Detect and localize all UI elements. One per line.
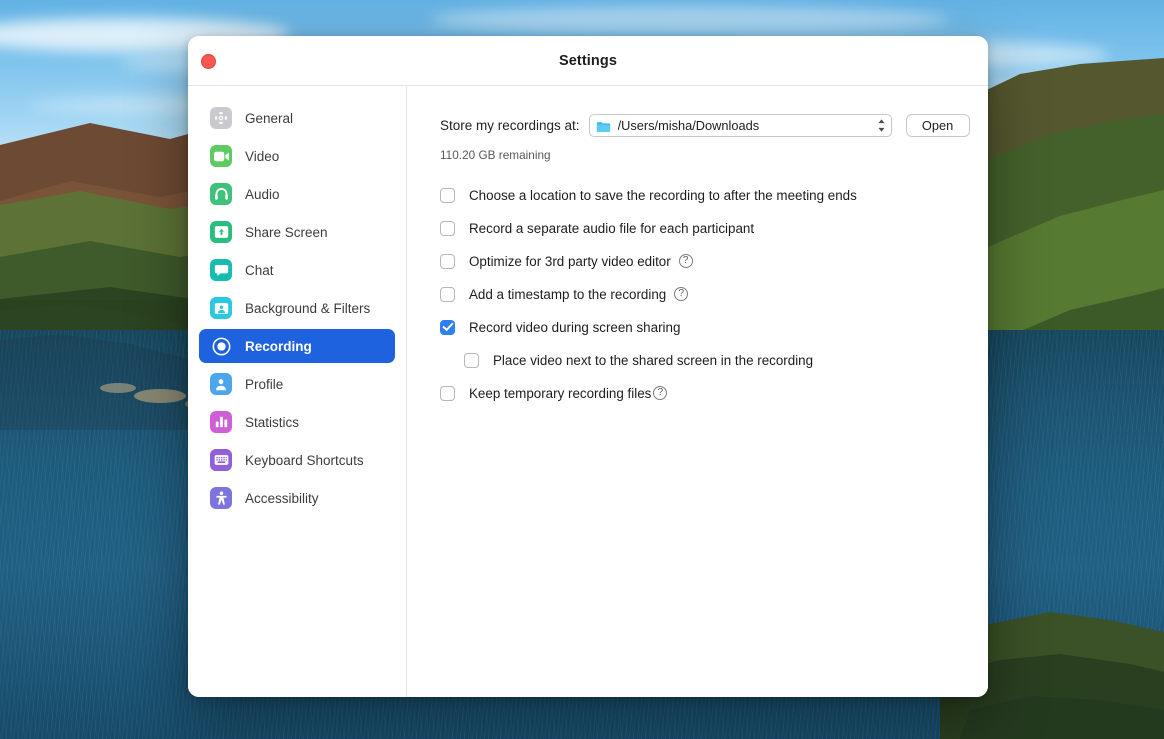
sidebar-item-label: Audio bbox=[245, 186, 280, 202]
accessibility-icon bbox=[210, 487, 232, 509]
sidebar-item-profile[interactable]: Profile bbox=[199, 367, 395, 401]
checkbox-add-timestamp[interactable] bbox=[440, 286, 455, 302]
folder-icon bbox=[596, 120, 611, 132]
help-icon[interactable]: ? bbox=[678, 254, 693, 268]
sidebar-item-label: Video bbox=[245, 148, 280, 164]
desktop-background: Settings General Video Audio Share Scree… bbox=[0, 0, 1164, 739]
share-screen-icon bbox=[210, 221, 232, 243]
recording-options-list: Choose a location to save the recording … bbox=[407, 185, 988, 403]
person-icon bbox=[210, 373, 232, 395]
option-place-video-next-row[interactable]: Place video next to the shared screen in… bbox=[407, 350, 988, 370]
recording-path-value: /Users/misha/Downloads bbox=[617, 118, 760, 133]
sidebar-item-chat[interactable]: Chat bbox=[199, 253, 395, 287]
option-choose-location-row[interactable]: Choose a location to save the recording … bbox=[407, 185, 988, 205]
gear-icon bbox=[210, 107, 232, 129]
sidebar-item-background-filters[interactable]: Background & Filters bbox=[199, 291, 395, 325]
option-optimize-3rd-party-row[interactable]: Optimize for 3rd party video editor ? bbox=[407, 251, 988, 271]
checkbox-separate-audio[interactable] bbox=[440, 220, 455, 236]
close-icon[interactable] bbox=[201, 54, 216, 69]
sidebar-item-recording[interactable]: Recording bbox=[199, 329, 395, 363]
sidebar-item-video[interactable]: Video bbox=[199, 139, 395, 173]
storage-remaining-label: 110.20 GB remaining bbox=[440, 148, 551, 162]
sidebar-item-label: Profile bbox=[245, 376, 284, 392]
sidebar-item-label: Background & Filters bbox=[245, 300, 371, 316]
store-location-row: Store my recordings at: /Users/misha/Dow… bbox=[407, 114, 988, 137]
checkbox-optimize-3rd-party[interactable] bbox=[440, 253, 455, 269]
sidebar-item-label: Keyboard Shortcuts bbox=[245, 452, 364, 468]
option-label: Choose a location to save the recording … bbox=[469, 187, 857, 203]
checkbox-keep-temp-files[interactable] bbox=[440, 385, 455, 401]
sidebar-item-keyboard-shortcuts[interactable]: Keyboard Shortcuts bbox=[199, 443, 395, 477]
sidebar-item-label: Accessibility bbox=[245, 490, 319, 506]
store-location-label: Store my recordings at: bbox=[440, 118, 580, 133]
sidebar-item-label: Statistics bbox=[245, 414, 300, 430]
option-label: Optimize for 3rd party video editor bbox=[469, 253, 671, 269]
option-add-timestamp-row[interactable]: Add a timestamp to the recording ? bbox=[407, 284, 988, 304]
option-label: Add a timestamp to the recording bbox=[469, 286, 667, 302]
chat-bubble-icon bbox=[210, 259, 232, 281]
option-label: Place video next to the shared screen in… bbox=[493, 352, 814, 368]
option-label: Record a separate audio file for each pa… bbox=[469, 220, 755, 236]
settings-window: Settings General Video Audio Share Scree… bbox=[188, 36, 988, 697]
sidebar-item-share-screen[interactable]: Share Screen bbox=[199, 215, 395, 249]
option-record-video-screen-share-row[interactable]: Record video during screen sharing bbox=[407, 317, 988, 337]
option-keep-temp-files-row[interactable]: Keep temporary recording files ? bbox=[407, 383, 988, 403]
recording-path-select[interactable]: /Users/misha/Downloads bbox=[588, 114, 892, 137]
video-camera-icon bbox=[210, 145, 232, 167]
sidebar-item-accessibility[interactable]: Accessibility bbox=[199, 481, 395, 515]
checkbox-record-video-screen-share[interactable] bbox=[440, 319, 455, 335]
help-icon[interactable]: ? bbox=[674, 287, 689, 301]
sidebar-item-label: Share Screen bbox=[245, 224, 328, 240]
page-title: Settings bbox=[559, 52, 617, 69]
open-button[interactable]: Open bbox=[905, 114, 970, 137]
checkbox-choose-location[interactable] bbox=[440, 187, 455, 203]
recording-settings-pane: Store my recordings at: /Users/misha/Dow… bbox=[407, 86, 988, 697]
sidebar-item-label: General bbox=[245, 110, 294, 126]
sidebar-item-audio[interactable]: Audio bbox=[199, 177, 395, 211]
window-titlebar: Settings bbox=[188, 36, 988, 86]
option-label: Keep temporary recording files bbox=[469, 385, 652, 401]
stepper-up-down-icon[interactable] bbox=[876, 118, 887, 134]
checkbox-place-video-next[interactable] bbox=[464, 352, 479, 368]
bar-chart-icon bbox=[210, 411, 232, 433]
window-body: General Video Audio Share Screen Chat Ba… bbox=[188, 86, 988, 697]
settings-sidebar: General Video Audio Share Screen Chat Ba… bbox=[188, 86, 407, 697]
sidebar-item-statistics[interactable]: Statistics bbox=[199, 405, 395, 439]
help-icon[interactable]: ? bbox=[653, 386, 668, 400]
person-frame-icon bbox=[210, 297, 232, 319]
sidebar-item-label: Chat bbox=[245, 262, 274, 278]
option-label: Record video during screen sharing bbox=[469, 319, 681, 335]
record-circle-icon bbox=[210, 335, 232, 357]
headphones-icon bbox=[210, 183, 232, 205]
sidebar-item-label: Recording bbox=[245, 338, 312, 354]
keyboard-icon bbox=[210, 449, 232, 471]
sidebar-item-general[interactable]: General bbox=[199, 101, 395, 135]
option-separate-audio-row[interactable]: Record a separate audio file for each pa… bbox=[407, 218, 988, 238]
